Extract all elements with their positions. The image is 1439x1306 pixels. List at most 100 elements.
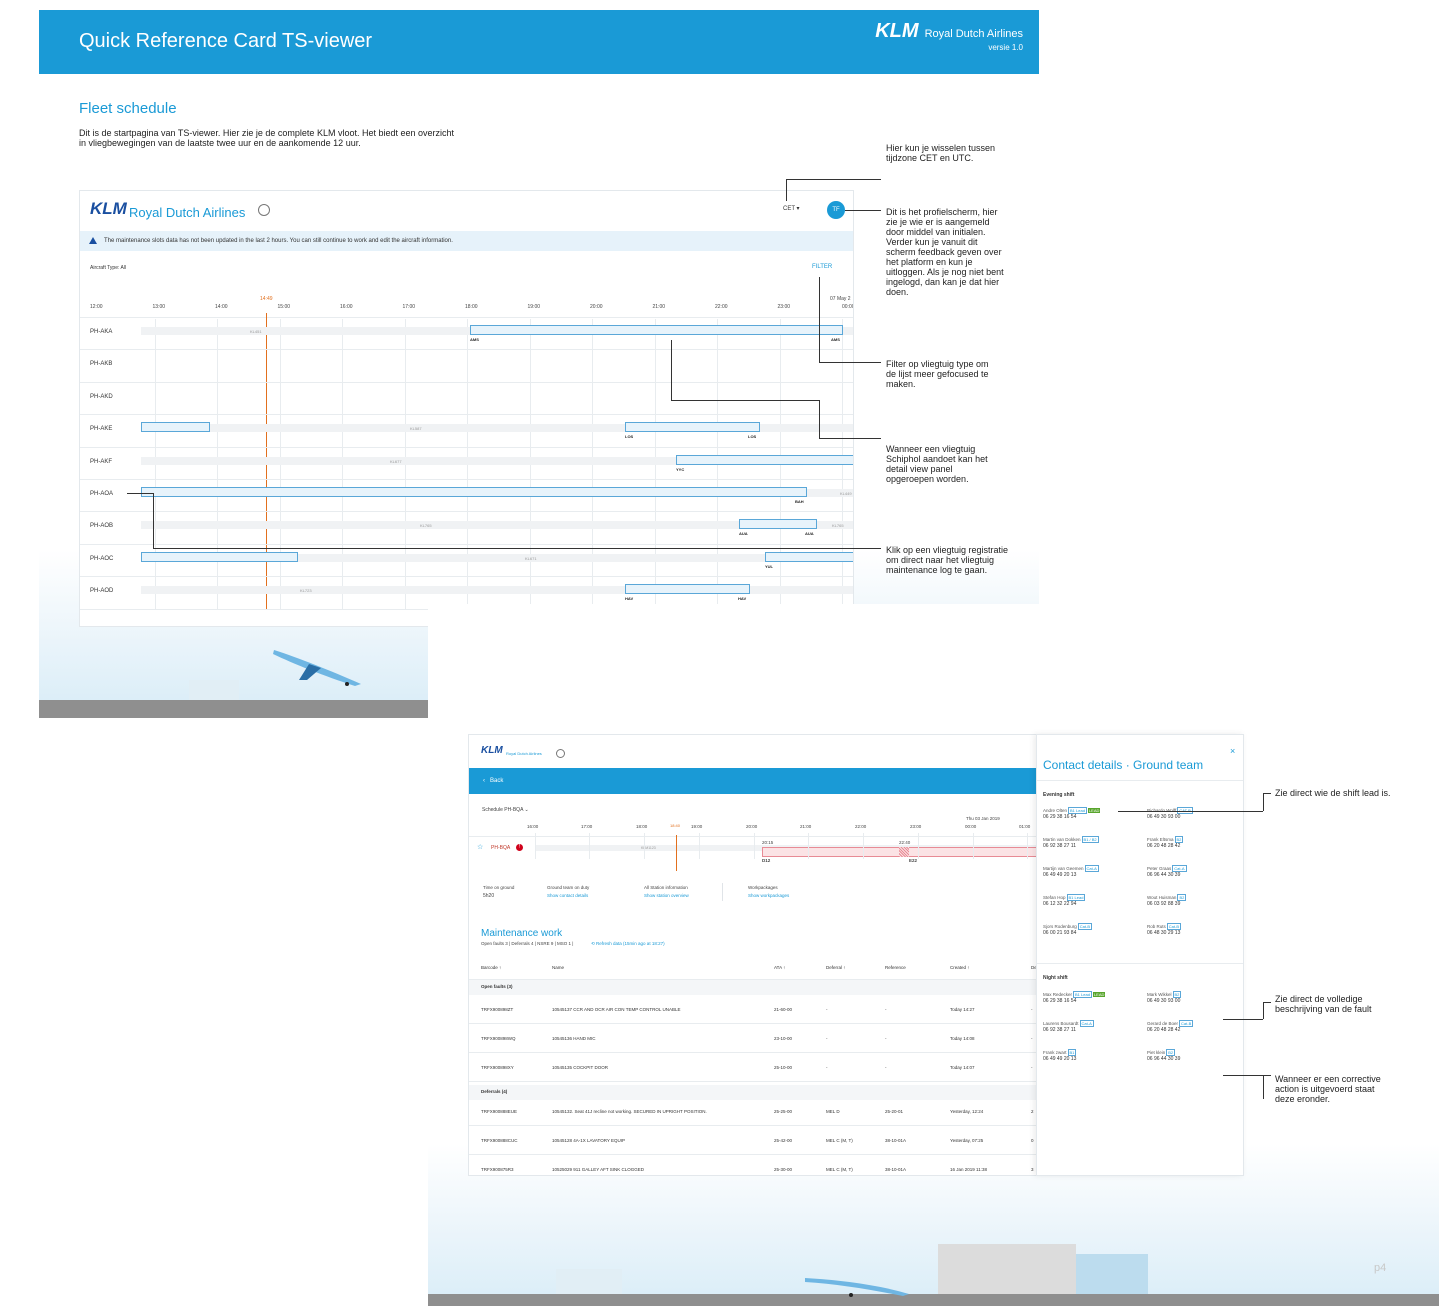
hour-tick-label: 19:00 (527, 304, 541, 310)
table-cell[interactable]: 10545137 CCR AND OCR AIR CON TEMP CONTRO… (552, 1007, 732, 1012)
aircraft-registration[interactable]: PH-BQA (491, 845, 510, 851)
intro-text: Dit is de startpagina van TS-viewer. Hie… (79, 128, 455, 148)
axis-line (80, 317, 853, 318)
row-divider (80, 511, 853, 513)
aircraft-registration[interactable]: PH-AKF (90, 459, 112, 465)
contact-name: Martin van Dokken B1 / B2 (1043, 836, 1099, 843)
avatar[interactable]: TF (827, 201, 845, 219)
role-tag: Cat-B (1077, 923, 1093, 930)
flight-bar[interactable] (765, 551, 853, 562)
bar-end-time: 22:40 (899, 840, 911, 845)
seal-icon (556, 749, 565, 758)
flight-bar[interactable] (625, 422, 760, 433)
flight-bar[interactable] (625, 584, 750, 595)
contact-phone[interactable]: 06 96 44 30 39 (1147, 1056, 1180, 1062)
flight-bar[interactable] (141, 487, 807, 497)
warning-icon (89, 237, 97, 244)
show-workpackages-link[interactable]: Show workpackages (748, 893, 789, 898)
contact-phone[interactable]: 06 49 30 93 00 (1147, 814, 1180, 820)
contact-phone[interactable]: 06 29 38 16 54 (1043, 998, 1076, 1004)
table-cell: 38-10-01A (885, 1167, 907, 1172)
aircraft-registration[interactable]: PH-AKA (90, 329, 112, 335)
column-header[interactable]: Deferral ↑ (826, 965, 846, 970)
aircraft-registration[interactable]: PH-AKD (90, 394, 113, 400)
contact-phone[interactable]: 06 92 38 27 11 (1043, 843, 1076, 849)
table-cell[interactable]: 10545136 HAND MIC (552, 1036, 732, 1041)
airport-code: LOS (625, 434, 634, 440)
flight-bar[interactable] (141, 551, 298, 562)
grid-line (535, 833, 536, 859)
app-klm-logo: KLM (481, 745, 503, 756)
contact-phone[interactable]: 06 96 44 30 39 (1147, 872, 1180, 878)
timezone-toggle[interactable]: CET ▾ (783, 205, 800, 212)
contact-phone[interactable]: 06 20 48 28 42 (1147, 1027, 1180, 1033)
contact-name: Wout Huisman B2 (1147, 894, 1187, 901)
contact-phone[interactable]: 06 20 48 28 42 (1147, 843, 1180, 849)
bar-end-gate: E22 (909, 858, 918, 863)
connector-line (153, 548, 881, 549)
hour-tick-label: 21:00 (800, 824, 812, 829)
close-icon[interactable]: × (1230, 746, 1235, 756)
contact-phone[interactable]: 06 00 21 93 84 (1043, 930, 1076, 936)
table-cell[interactable]: 10525029 911 GALLEY AFT SINK CLOGGED (552, 1167, 732, 1172)
fleet-schedule-screen: KLM Royal Dutch Airlines CET ▾ TF The ma… (79, 190, 854, 627)
contact-name-text: Piet klein (1147, 1050, 1166, 1055)
table-cell[interactable]: 10545128 4A-1X LAVATORY EQUIP (552, 1138, 732, 1143)
column-header[interactable]: Name (552, 965, 564, 970)
connector-line (1263, 793, 1271, 794)
contact-phone[interactable]: 06 49 30 93 00 (1147, 998, 1180, 1004)
flight-bar[interactable] (676, 454, 853, 465)
aircraft-registration[interactable]: PH-AKB (90, 361, 112, 367)
role-tag: B2 (1166, 1049, 1176, 1056)
contact-phone[interactable]: 06 49 49 20 13 (1043, 1056, 1076, 1062)
info-label: Time on ground (483, 885, 515, 890)
schedule-selector[interactable]: Schedule PH-BQA ⌄ (482, 807, 529, 813)
contact-name: Peter Graas Cat-A (1147, 865, 1187, 872)
connector-line (127, 493, 153, 494)
show-contact-details-link[interactable]: Show contact details (547, 893, 588, 898)
contact-name-text: Andre Olten (1043, 808, 1068, 813)
bar-start-time: 20:15 (762, 840, 774, 845)
flight-number: KL671 (525, 555, 537, 561)
contact-name-text: Peter Graas (1147, 866, 1172, 871)
column-header[interactable]: ATA ↑ (774, 965, 785, 970)
table-cell: Yesterday, 07:25 (950, 1138, 984, 1143)
column-header[interactable]: Created ↑ (950, 965, 970, 970)
table-cell[interactable]: 10545132. Seat 41J recline not working. … (552, 1109, 732, 1114)
aircraft-registration[interactable]: PH-AOA (90, 491, 113, 497)
callout-timezone: Hier kun je wisselen tussen tijdzone CET… (886, 143, 996, 163)
airport-code: AUA (805, 531, 814, 537)
contact-phone[interactable]: 06 48 30 29 13 (1147, 930, 1180, 936)
table-cell: 38-10-01A (885, 1138, 907, 1143)
row-divider (80, 543, 853, 545)
aircraft-registration[interactable]: PH-AOC (90, 556, 113, 562)
aircraft-registration[interactable]: PH-AOB (90, 523, 113, 529)
airport-code: HAV (738, 596, 747, 602)
contact-phone[interactable]: 06 92 38 27 11 (1043, 1027, 1076, 1033)
hour-tick-label: 16:00 (340, 304, 353, 310)
contact-phone[interactable]: 06 29 38 16 54 (1043, 814, 1076, 820)
contact-phone[interactable]: 06 49 49 20 13 (1043, 872, 1076, 878)
contact-name-text: Martijn van Geemen (1043, 866, 1084, 871)
flight-bar[interactable] (141, 422, 210, 433)
grid-line (808, 833, 809, 859)
filter-button[interactable]: FILTER (812, 264, 832, 270)
airport-code: BAH (795, 499, 804, 504)
aircraft-registration[interactable]: PH-AOD (90, 588, 113, 594)
star-icon[interactable]: ☆ (477, 843, 483, 851)
column-header[interactable]: Reference (885, 965, 906, 970)
page-header: Quick Reference Card TS-viewer KLM Royal … (39, 10, 1039, 74)
show-station-overview-link[interactable]: Show station overview (644, 893, 689, 898)
contact-name-text: Mark Wikkel (1147, 992, 1172, 997)
flight-bar[interactable] (470, 325, 843, 335)
column-header[interactable]: Barcode ↑ (481, 965, 501, 970)
aircraft-registration[interactable]: PH-AKE (90, 426, 112, 432)
flight-bar[interactable] (739, 519, 817, 530)
contact-phone[interactable]: 06 03 92 88 39 (1147, 901, 1180, 907)
refresh-link[interactable]: ⟲ Refresh data (15min ago at 18:27) (591, 941, 665, 947)
alert-icon: ! (516, 844, 523, 851)
hour-tick-label: 13:00 (152, 304, 166, 310)
table-cell: 21-60-00 (774, 1007, 793, 1012)
table-cell[interactable]: 10545135 COCKPIT DOOR (552, 1065, 732, 1070)
contact-phone[interactable]: 06 12 32 22 94 (1043, 901, 1076, 907)
